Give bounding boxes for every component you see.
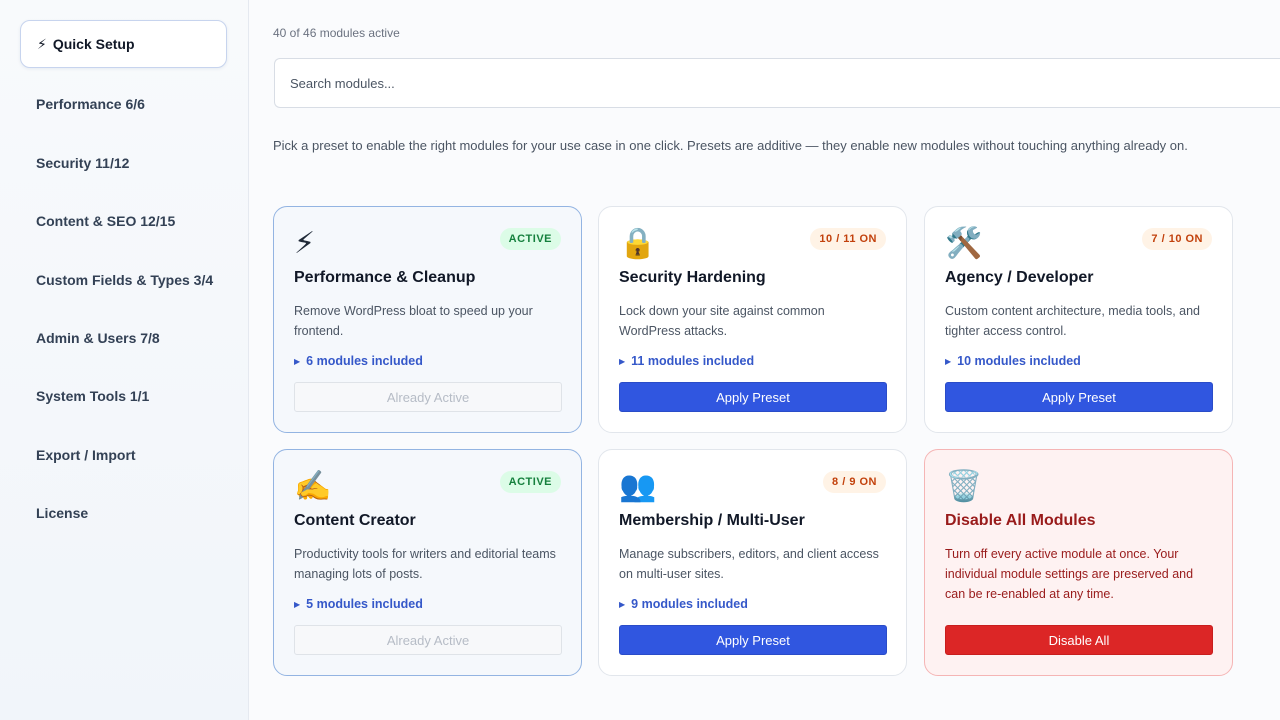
modules-included-label: 11 modules included (631, 354, 755, 368)
card-title: Disable All Modules (945, 512, 1096, 529)
sidebar-item-label: Performance 6/6 (36, 96, 145, 112)
caret-right-icon: ▶ (294, 599, 301, 609)
sidebar-item-label: Content & SEO 12/15 (36, 213, 176, 229)
card-description: Custom content architecture, media tools… (945, 304, 1200, 338)
card-title: Performance & Cleanup (294, 269, 476, 286)
already-active-button: Already Active (294, 382, 562, 412)
modules-included-toggle[interactable]: ▶ 10 modules included (945, 354, 1081, 368)
apply-preset-button[interactable]: Apply Preset (619, 382, 887, 412)
already-active-button: Already Active (294, 625, 562, 655)
sidebar-item-admin-users[interactable]: Admin & Users 7/8 (20, 314, 227, 362)
modules-included-toggle[interactable]: ▶ 5 modules included (294, 597, 423, 611)
search-input[interactable] (274, 58, 1280, 108)
caret-right-icon: ▶ (945, 356, 952, 366)
sidebar-item-license[interactable]: License (20, 489, 227, 537)
card-title: Security Hardening (619, 269, 766, 286)
modules-included-label: 6 modules included (306, 354, 423, 368)
status-badge: 10 / 11 ON (810, 228, 886, 250)
preset-card-security: 🔒 10 / 11 ON Security Hardening Lock dow… (598, 206, 907, 433)
trash-icon: 🗑️ (945, 470, 983, 503)
lightning-icon: ⚡ (294, 227, 316, 260)
sidebar-item-quick-setup[interactable]: ⚡ Quick Setup (20, 20, 227, 68)
sidebar-item-label: Quick Setup (52, 36, 135, 52)
main-content: 40 of 46 modules active Pick a preset to… (249, 0, 1280, 720)
active-modules-count: 40 of 46 modules active (273, 26, 400, 40)
disable-all-card: 🗑️ Disable All Modules Turn off every ac… (924, 449, 1233, 676)
sidebar-item-label: License (36, 505, 89, 521)
lightning-icon: ⚡ (37, 35, 47, 52)
modules-included-label: 10 modules included (957, 354, 1081, 368)
sidebar-item-label: Admin & Users 7/8 (36, 330, 160, 346)
sidebar-item-custom-fields[interactable]: Custom Fields & Types 3/4 (20, 256, 227, 304)
preset-card-agency: 🛠️ 7 / 10 ON Agency / Developer Custom c… (924, 206, 1233, 433)
sidebar-item-label: Export / Import (36, 447, 136, 463)
modules-included-toggle[interactable]: ▶ 9 modules included (619, 597, 748, 611)
card-title: Membership / Multi-User (619, 512, 805, 529)
sidebar-item-system-tools[interactable]: System Tools 1/1 (20, 372, 227, 420)
card-description: Productivity tools for writers and edito… (294, 547, 556, 581)
apply-preset-button[interactable]: Apply Preset (945, 382, 1213, 412)
card-description: Remove WordPress bloat to speed up your … (294, 304, 533, 338)
sidebar-item-performance[interactable]: Performance 6/6 (20, 80, 227, 128)
caret-right-icon: ▶ (294, 356, 301, 366)
lock-icon: 🔒 (619, 227, 657, 260)
preset-card-performance: ⚡ ACTIVE Performance & Cleanup Remove Wo… (273, 206, 582, 433)
disable-all-button[interactable]: Disable All (945, 625, 1213, 655)
status-badge: ACTIVE (499, 228, 561, 250)
card-description: Lock down your site against common WordP… (619, 304, 825, 338)
intro-text: Pick a preset to enable the right module… (273, 138, 1188, 153)
caret-right-icon: ▶ (619, 599, 626, 609)
modules-included-toggle[interactable]: ▶ 11 modules included (619, 354, 754, 368)
users-icon: 👥 (619, 470, 657, 503)
writing-hand-icon: ✍️ (294, 470, 332, 503)
card-description: Turn off every active module at once. Yo… (945, 547, 1194, 601)
sidebar-item-security[interactable]: Security 11/12 (20, 139, 227, 187)
status-badge: 7 / 10 ON (1142, 228, 1212, 250)
sidebar: ⚡ Quick Setup Performance 6/6 Security 1… (0, 0, 249, 720)
sidebar-item-content-seo[interactable]: Content & SEO 12/15 (20, 197, 227, 245)
preset-card-membership: 👥 8 / 9 ON Membership / Multi-User Manag… (598, 449, 907, 676)
sidebar-item-label: Security 11/12 (36, 155, 130, 171)
card-title: Content Creator (294, 512, 416, 529)
apply-preset-button[interactable]: Apply Preset (619, 625, 887, 655)
status-badge: ACTIVE (499, 471, 561, 493)
status-badge: 8 / 9 ON (823, 471, 886, 493)
modules-included-toggle[interactable]: ▶ 6 modules included (294, 354, 423, 368)
sidebar-item-label: Custom Fields & Types 3/4 (36, 272, 214, 288)
card-title: Agency / Developer (945, 269, 1094, 286)
caret-right-icon: ▶ (619, 356, 626, 366)
sidebar-item-export-import[interactable]: Export / Import (20, 431, 227, 479)
tools-icon: 🛠️ (945, 227, 983, 260)
preset-card-content-creator: ✍️ ACTIVE Content Creator Productivity t… (273, 449, 582, 676)
modules-included-label: 9 modules included (631, 597, 748, 611)
card-description: Manage subscribers, editors, and client … (619, 547, 879, 581)
modules-included-label: 5 modules included (306, 597, 423, 611)
sidebar-item-label: System Tools 1/1 (36, 388, 150, 404)
